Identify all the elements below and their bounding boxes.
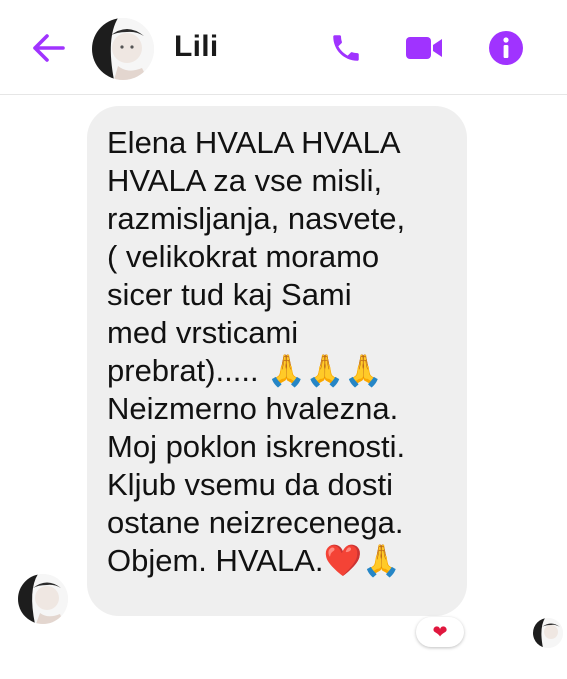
sender-avatar[interactable] bbox=[18, 574, 68, 624]
info-button[interactable] bbox=[484, 26, 528, 70]
avatar-image bbox=[18, 574, 68, 624]
avatar-image bbox=[92, 18, 154, 80]
video-camera-icon bbox=[406, 37, 442, 59]
info-icon bbox=[489, 31, 523, 65]
contact-avatar[interactable] bbox=[92, 18, 154, 80]
call-button[interactable] bbox=[324, 26, 368, 70]
chat-header: Lili bbox=[0, 0, 567, 95]
heart-reaction[interactable]: ❤ bbox=[416, 617, 464, 647]
arrow-left-icon bbox=[33, 34, 65, 62]
message-bubble[interactable]: Elena HVALA HVALA HVALA za vse misli, ra… bbox=[87, 106, 467, 616]
video-call-button[interactable] bbox=[402, 26, 446, 70]
message-text: Elena HVALA HVALA HVALA za vse misli, ra… bbox=[107, 125, 406, 578]
message-list: Elena HVALA HVALA HVALA za vse misli, ra… bbox=[0, 94, 567, 679]
contact-name[interactable]: Lili bbox=[174, 30, 219, 64]
phone-icon bbox=[333, 35, 359, 61]
avatar-image bbox=[533, 618, 563, 648]
seen-indicator-avatar bbox=[533, 618, 563, 648]
back-button[interactable] bbox=[28, 30, 68, 66]
